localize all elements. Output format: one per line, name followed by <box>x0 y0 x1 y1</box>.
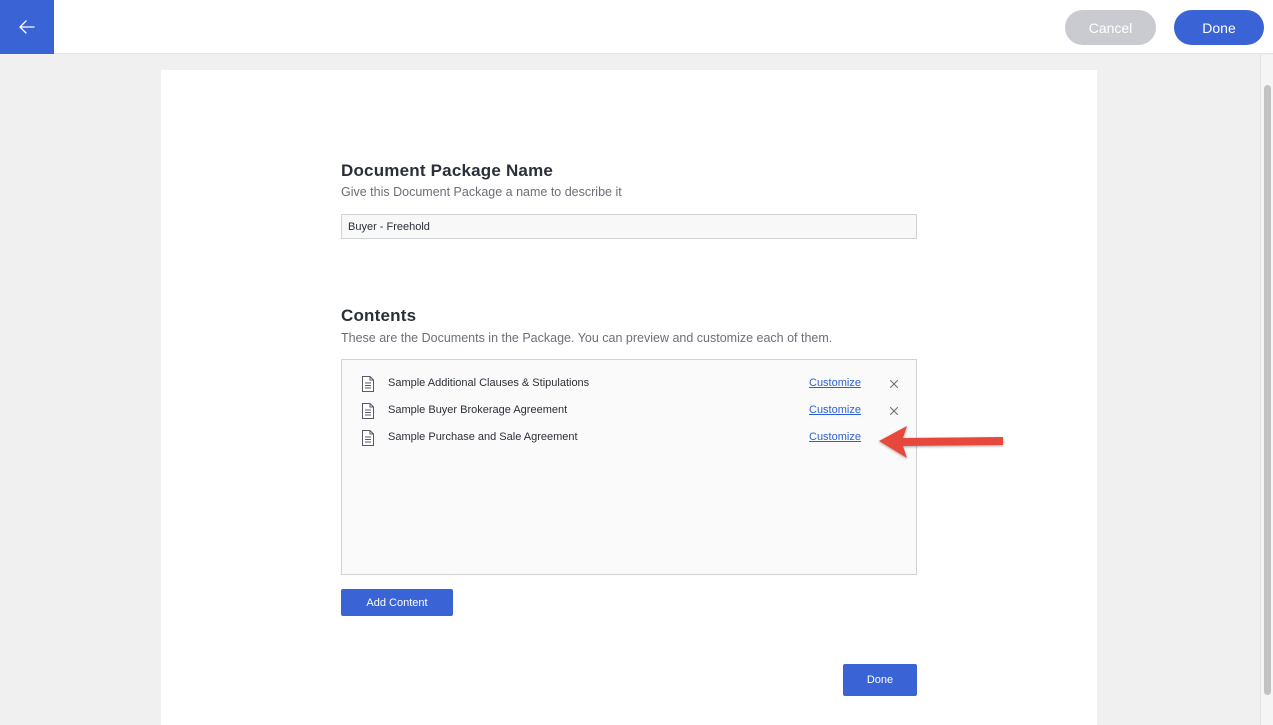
document-label: Sample Purchase and Sale Agreement <box>388 431 578 443</box>
list-item[interactable]: Sample Buyer Brokerage Agreement Customi… <box>342 400 916 422</box>
package-name-input[interactable] <box>341 214 917 239</box>
contents-title: Contents <box>341 306 417 325</box>
scrollbar-thumb[interactable] <box>1264 85 1271 695</box>
package-name-description: Give this Document Package a name to des… <box>341 185 622 199</box>
page-scrollbar[interactable] <box>1260 55 1273 725</box>
customize-link[interactable]: Customize <box>809 377 861 389</box>
done-button-bottom[interactable]: Done <box>843 664 917 696</box>
customize-link[interactable]: Customize <box>809 404 861 416</box>
back-button[interactable] <box>0 0 54 54</box>
document-icon <box>362 430 374 446</box>
done-button-top[interactable]: Done <box>1174 10 1264 45</box>
package-editor-card: Document Package Name Give this Document… <box>161 70 1097 725</box>
contents-description: These are the Documents in the Package. … <box>341 331 833 345</box>
document-icon <box>362 376 374 392</box>
arrow-left-icon <box>19 20 35 34</box>
list-item[interactable]: Sample Additional Clauses & Stipulations… <box>342 373 916 395</box>
annotation-arrow-icon <box>879 426 1003 458</box>
close-icon[interactable] <box>888 405 900 417</box>
list-item[interactable]: Sample Purchase and Sale Agreement Custo… <box>342 427 916 449</box>
document-icon <box>362 403 374 419</box>
top-bar: Cancel Done <box>0 0 1273 54</box>
document-label: Sample Buyer Brokerage Agreement <box>388 404 568 416</box>
cancel-button[interactable]: Cancel <box>1065 10 1156 45</box>
document-label: Sample Additional Clauses & Stipulations <box>388 377 590 389</box>
customize-link[interactable]: Customize <box>809 431 861 443</box>
add-content-button[interactable]: Add Content <box>341 589 453 616</box>
close-icon[interactable] <box>888 378 900 390</box>
package-name-title: Document Package Name <box>341 161 554 180</box>
contents-list: Sample Additional Clauses & Stipulations… <box>341 359 917 575</box>
